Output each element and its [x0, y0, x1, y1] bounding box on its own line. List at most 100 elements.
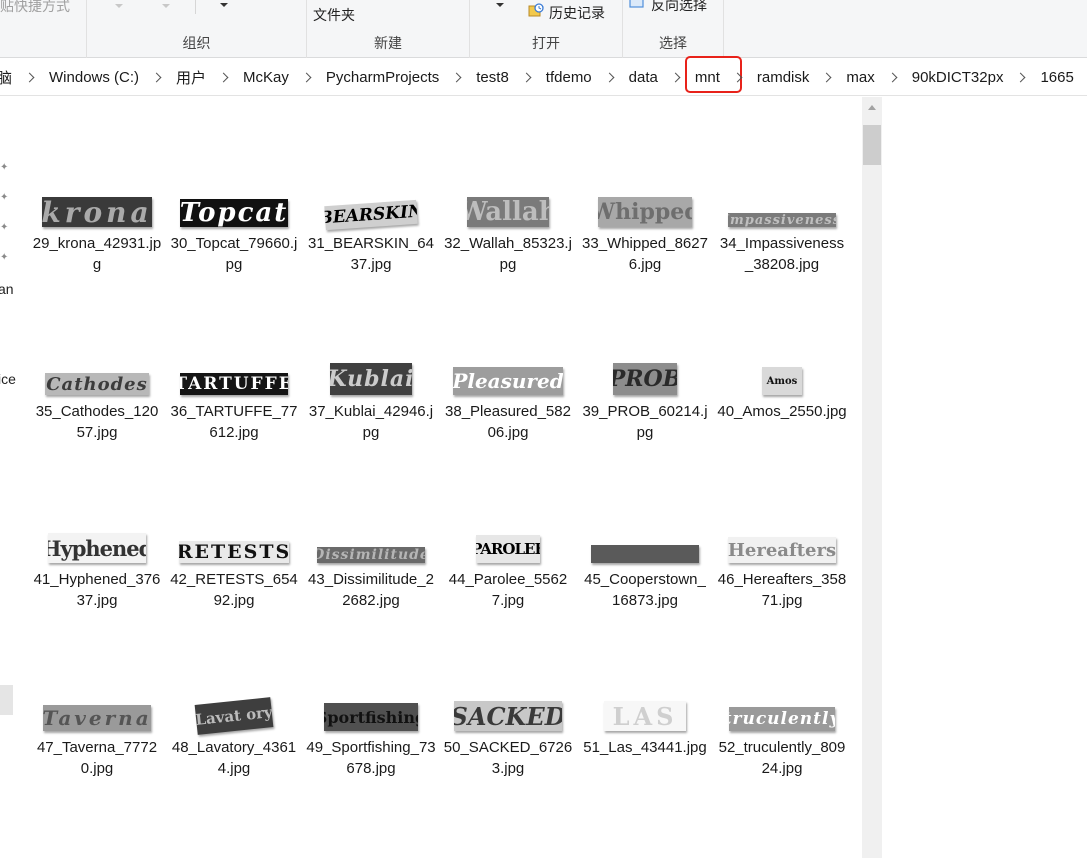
file-thumbnail[interactable]: krona [32, 197, 162, 227]
chevron-right-icon[interactable] [1016, 72, 1026, 82]
chevron-right-icon[interactable] [887, 72, 898, 82]
file-thumbnail[interactable]: Cathodes [32, 373, 162, 395]
pin-icon[interactable]: ✦ [0, 223, 10, 233]
chevron-right-icon[interactable] [151, 72, 162, 82]
navigation-pane[interactable]: ✦ ✦ ✦ ✦ an ice [0, 97, 16, 858]
file-thumbnail[interactable]: Whipped [580, 197, 710, 227]
ribbon-group-new: 文件夹 新建 [307, 0, 470, 58]
thumbnail-word: Dissimilitude [317, 547, 425, 563]
file-name: 46_Hereafters_35871.jpg [717, 571, 847, 609]
thumbnail-word: PAROLEE [476, 535, 540, 563]
chevron-right-icon[interactable] [218, 72, 229, 82]
chevron-right-icon[interactable] [301, 72, 312, 82]
breadcrumb-item[interactable]: 用户 [173, 67, 209, 88]
file-thumbnail[interactable]: TARTUFFE [169, 373, 299, 395]
ribbon-group-organize: 组织 [87, 0, 307, 58]
breadcrumb-item[interactable]: 90kDICT32px [909, 69, 1007, 86]
file-thumbnail[interactable]: truculently [717, 707, 847, 731]
file-thumbnail[interactable]: Hereafters [717, 537, 847, 563]
file-thumbnail[interactable]: PROB [580, 363, 710, 395]
ribbon-group-open: 历史记录 打开 [470, 0, 623, 58]
file-name: 52_truculently_80924.jpg [718, 739, 846, 777]
chevron-right-icon[interactable] [451, 72, 462, 82]
file-name: 44_Parolee_55627.jpg [448, 571, 568, 609]
scrollbar-thumb[interactable] [863, 125, 881, 165]
divider [195, 0, 196, 14]
chevron-right-icon[interactable] [604, 72, 615, 82]
file-thumbnail[interactable]: Dissimilitude [306, 547, 436, 563]
thumbnail-word: Cathodes [45, 373, 149, 395]
breadcrumb-item[interactable]: ramdisk [754, 69, 813, 86]
thumbnail-word: Pleasured [453, 367, 563, 395]
thumbnail-word: Kublai [330, 363, 412, 395]
breadcrumb-item[interactable]: McKay [240, 69, 292, 86]
new-folder-button[interactable]: 文件夹 [313, 5, 355, 25]
nav-item-fragment[interactable]: ice [0, 371, 16, 387]
pin-icon[interactable]: ✦ [0, 163, 10, 173]
breadcrumb-item[interactable]: PycharmProjects [323, 69, 442, 86]
address-bar[interactable]: 脑 Windows (C:) 用户 McKay PycharmProjects test8… [0, 55, 1087, 96]
file-name: 45_Cooperstown_16873.jpg [584, 571, 706, 609]
file-thumbnail[interactable]: PAROLEE [443, 535, 573, 563]
chevron-right-icon[interactable] [821, 72, 832, 82]
breadcrumb-item[interactable]: data [626, 69, 661, 86]
chevron-down-icon[interactable] [162, 4, 170, 8]
file-thumbnail[interactable]: Hyphened [32, 533, 162, 563]
file-thumbnail[interactable]: SACKED [443, 701, 573, 731]
breadcrumb-item[interactable]: 1665 [1037, 69, 1076, 86]
file-thumbnail[interactable]: Wallah [443, 197, 573, 227]
file-thumbnail[interactable]: Kublai [306, 363, 436, 395]
history-button[interactable]: 历史记录 [549, 3, 605, 23]
file-thumbnail[interactable]: Pleasured [443, 367, 573, 395]
file-thumbnail[interactable]: Lavat ory [169, 697, 299, 735]
thumbnail-word: Sportfishing [324, 703, 418, 731]
file-thumbnail[interactable]: RETESTS [169, 541, 299, 563]
file-thumbnail[interactable]: Impassiveness [717, 213, 847, 227]
thumbnail-word: SACKED [454, 701, 562, 731]
breadcrumb-item[interactable]: mnt [684, 55, 742, 93]
file-thumbnail[interactable]: BEARSKIN [306, 199, 436, 231]
breadcrumb-item[interactable]: tfdemo [543, 69, 595, 86]
group-label-organize: 组织 [182, 35, 211, 51]
breadcrumb-item[interactable]: test8 [473, 69, 512, 86]
nav-selected-block [0, 685, 13, 715]
file-thumbnail[interactable]: Amos [717, 367, 847, 395]
chevron-down-icon[interactable] [115, 4, 123, 8]
file-thumbnail[interactable]: Sportfishing [306, 703, 436, 731]
file-name: 29_krona_42931.jpg [32, 235, 162, 273]
file-thumbnail[interactable]: LAS [580, 701, 710, 731]
scroll-up-arrow-icon[interactable] [868, 105, 876, 110]
thumbnail-word: TARTUFFE [180, 373, 288, 395]
file-name: 31_BEARSKIN_6437.jpg [308, 235, 434, 273]
thumbnail-word: Taverna [43, 705, 151, 731]
pin-icon[interactable]: ✦ [0, 253, 10, 263]
thumbnail-word: PROB [613, 363, 677, 395]
vertical-scrollbar[interactable] [862, 97, 882, 858]
breadcrumb-item[interactable]: 脑 [0, 67, 15, 88]
breadcrumb-item[interactable]: Windows (C:) [46, 69, 142, 86]
pin-icon[interactable]: ✦ [0, 193, 10, 203]
chevron-down-icon[interactable] [220, 3, 228, 7]
file-name: 39_PROB_60214.jpg [582, 403, 708, 441]
breadcrumb-item[interactable]: max [843, 69, 877, 86]
file-name: 34_Impassiveness_38208.jpg [719, 235, 845, 273]
file-name: 41_Hyphened_37637.jpg [33, 571, 161, 609]
history-icon [528, 3, 544, 17]
file-name: 36_TARTUFFE_77612.jpg [170, 403, 298, 441]
file-thumbnail[interactable]: Taverna [32, 705, 162, 731]
nav-item-fragment[interactable]: an [0, 281, 14, 297]
chevron-right-icon[interactable] [670, 72, 681, 82]
file-thumbnail[interactable] [580, 545, 710, 563]
chevron-right-icon[interactable] [521, 72, 532, 82]
file-name: 35_Cathodes_12057.jpg [35, 403, 159, 441]
file-name: 40_Amos_2550.jpg [717, 403, 847, 420]
file-thumbnail[interactable]: Topcat [169, 199, 299, 227]
chevron-down-icon[interactable] [496, 3, 504, 7]
ribbon-group-clipboard [0, 0, 87, 58]
thumbnail-word: Amos [762, 367, 802, 395]
chevron-right-icon[interactable] [24, 72, 35, 82]
invert-selection-button[interactable]: 反向选择 [651, 0, 707, 15]
thumbnail-word [591, 545, 699, 563]
file-view[interactable]: krona 29_krona_42931.jpg Topcat 30_Topcat_7… [15, 97, 862, 858]
thumbnail-word: Topcat [180, 199, 288, 227]
